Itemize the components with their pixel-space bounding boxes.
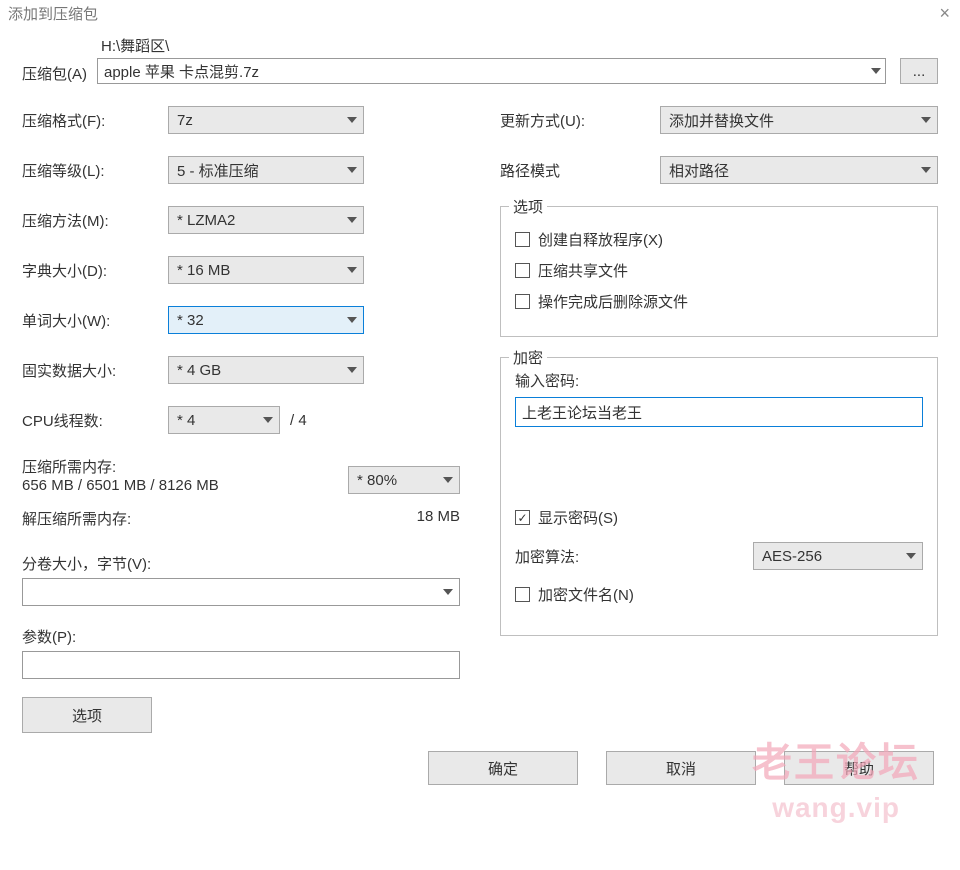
chevron-down-icon: [921, 117, 931, 123]
decomp-value: 18 MB: [417, 508, 460, 529]
sfx-checkbox[interactable]: [515, 232, 530, 247]
params-label: 参数(P):: [22, 626, 460, 647]
options-button[interactable]: 选项: [22, 697, 152, 733]
chevron-down-icon: [443, 477, 453, 483]
chevron-down-icon: [443, 589, 453, 595]
memory-pct-select[interactable]: * 80%: [348, 466, 460, 494]
shared-checkbox[interactable]: [515, 263, 530, 278]
update-label: 更新方式(U):: [500, 110, 660, 131]
delete-label: 操作完成后删除源文件: [538, 291, 688, 312]
format-select[interactable]: 7z: [168, 106, 364, 134]
cpu-label: CPU线程数:: [22, 410, 168, 431]
encrypt-names-checkbox[interactable]: [515, 587, 530, 602]
encrypt-names-label: 加密文件名(N): [538, 584, 634, 605]
method-select[interactable]: * LZMA2: [168, 206, 364, 234]
show-password-checkbox[interactable]: ✓: [515, 510, 530, 525]
archive-row: 压缩包(A) H:\舞蹈区\ apple 苹果 卡点混剪.7z ...: [22, 35, 938, 84]
right-column: 更新方式(U): 添加并替换文件 路径模式 相对路径 选项 创建自释放程序(X): [500, 106, 938, 733]
update-select[interactable]: 添加并替换文件: [660, 106, 938, 134]
chevron-down-icon: [347, 267, 357, 273]
shared-label: 压缩共享文件: [538, 260, 628, 281]
word-select[interactable]: * 32: [168, 306, 364, 334]
word-label: 单词大小(W):: [22, 310, 168, 331]
level-label: 压缩等级(L):: [22, 160, 168, 181]
password-label: 输入密码:: [515, 370, 923, 391]
chevron-down-icon: [347, 167, 357, 173]
memory-value: 656 MB / 6501 MB / 8126 MB: [22, 477, 219, 494]
cpu-select[interactable]: * 4: [168, 406, 280, 434]
encryption-fieldset: 加密 输入密码: 上老王论坛当老王 ✓ 显示密码(S) 加密算法: AES-25…: [500, 357, 938, 636]
archive-filename-combo[interactable]: apple 苹果 卡点混剪.7z: [97, 58, 886, 84]
sfx-label: 创建自释放程序(X): [538, 229, 663, 250]
solid-select[interactable]: * 4 GB: [168, 356, 364, 384]
close-icon[interactable]: ×: [939, 3, 950, 24]
chevron-down-icon: [347, 217, 357, 223]
method-label: 压缩方法(M):: [22, 210, 168, 231]
split-label: 分卷大小，字节(V):: [22, 553, 460, 574]
encryption-legend: 加密: [509, 347, 547, 368]
chevron-down-icon: [347, 367, 357, 373]
pathmode-label: 路径模式: [500, 160, 660, 181]
window-title: 添加到压缩包: [8, 3, 98, 24]
watermark-url: wang.vip: [772, 792, 900, 824]
memory-label: 压缩所需内存:: [22, 456, 219, 477]
delete-checkbox[interactable]: [515, 294, 530, 309]
archive-filename: apple 苹果 卡点混剪.7z: [104, 61, 259, 82]
title-bar: 添加到压缩包 ×: [0, 0, 960, 27]
chevron-down-icon: [347, 317, 357, 323]
options-legend: 选项: [509, 196, 547, 217]
ok-button[interactable]: 确定: [428, 751, 578, 785]
browse-button[interactable]: ...: [900, 58, 938, 84]
options-fieldset: 选项 创建自释放程序(X) 压缩共享文件 操作完成后删除源文件: [500, 206, 938, 337]
chevron-down-icon: [263, 417, 273, 423]
archive-path: H:\舞蹈区\: [97, 35, 938, 56]
left-column: 压缩格式(F): 7z 压缩等级(L): 5 - 标准压缩 压缩方法(M): *…: [22, 106, 460, 733]
chevron-down-icon: [921, 167, 931, 173]
level-select[interactable]: 5 - 标准压缩: [168, 156, 364, 184]
enc-alg-select[interactable]: AES-256: [753, 542, 923, 570]
dict-label: 字典大小(D):: [22, 260, 168, 281]
solid-label: 固实数据大小:: [22, 360, 168, 381]
cancel-button[interactable]: 取消: [606, 751, 756, 785]
show-password-label: 显示密码(S): [538, 507, 618, 528]
password-input[interactable]: 上老王论坛当老王: [515, 397, 923, 427]
decomp-label: 解压缩所需内存:: [22, 508, 131, 529]
archive-label: 压缩包(A): [22, 35, 87, 84]
chevron-down-icon: [347, 117, 357, 123]
dialog-content: 压缩包(A) H:\舞蹈区\ apple 苹果 卡点混剪.7z ... 压缩格式…: [0, 27, 960, 741]
format-label: 压缩格式(F):: [22, 110, 168, 131]
dict-select[interactable]: * 16 MB: [168, 256, 364, 284]
params-input[interactable]: [22, 651, 460, 679]
dialog-buttons: 确定 取消 帮助: [0, 741, 960, 785]
chevron-down-icon: [871, 68, 881, 74]
enc-alg-label: 加密算法:: [515, 546, 579, 567]
help-button[interactable]: 帮助: [784, 751, 934, 785]
pathmode-select[interactable]: 相对路径: [660, 156, 938, 184]
cpu-max: / 4: [290, 412, 307, 429]
split-combo[interactable]: [22, 578, 460, 606]
chevron-down-icon: [906, 553, 916, 559]
